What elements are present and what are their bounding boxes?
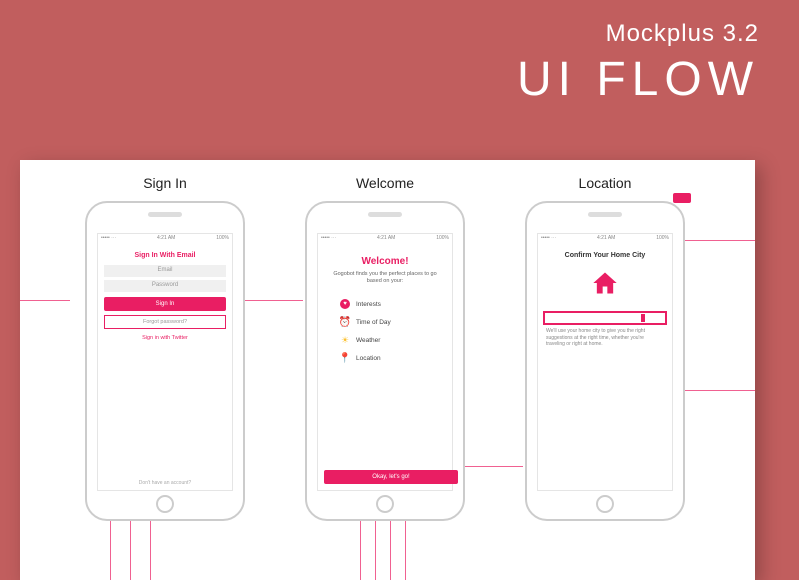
heart-icon: ♥ [340, 299, 350, 309]
home-button-icon [596, 495, 614, 513]
feature-interests: ♥ Interests [324, 299, 446, 309]
phone-frame: ••••• ⋯ 4:21 AM 100% Sign In With Email … [85, 201, 245, 521]
marker-icon [641, 314, 645, 322]
page-title: UI FLOW [517, 52, 759, 107]
email-field[interactable]: Email [104, 265, 226, 277]
home-button-icon [156, 495, 174, 513]
flow-arrow [360, 520, 361, 580]
flow-arrow [150, 520, 151, 580]
status-right: 100% [216, 235, 229, 242]
password-field[interactable]: Password [104, 280, 226, 292]
welcome-heading: Welcome! [361, 256, 408, 267]
forgot-password-link[interactable]: Forgot password? [104, 315, 226, 329]
status-time: 4:21 AM [377, 235, 395, 242]
location-heading: Confirm Your Home City [565, 252, 646, 259]
feature-label: Time of Day [356, 319, 391, 326]
flow-canvas: Sign In ••••• ⋯ 4:21 AM 100% Sign In Wit… [20, 160, 755, 580]
signin-button[interactable]: Sign In [104, 297, 226, 311]
status-time: 4:21 AM [597, 235, 615, 242]
screen-signin: Sign In ••••• ⋯ 4:21 AM 100% Sign In Wit… [75, 175, 255, 521]
feature-weather: ☀ Weather [324, 335, 446, 345]
feature-time: ⏰ Time of Day [324, 317, 446, 327]
signup-footer[interactable]: Don't have an account? [98, 480, 232, 486]
status-bar: ••••• ⋯ 4:21 AM 100% [318, 234, 452, 242]
flow-arrow [110, 520, 111, 580]
pin-icon: 📍 [340, 353, 350, 363]
header: Mockplus 3.2 UI FLOW [517, 20, 759, 107]
status-time: 4:21 AM [157, 235, 175, 242]
home-button-icon [376, 495, 394, 513]
location-desc: We'll use your home city to give you the… [544, 328, 666, 348]
status-left: ••••• ⋯ [541, 235, 556, 242]
feature-location: 📍 Location [324, 353, 446, 363]
screen: ••••• ⋯ 4:21 AM 100% Confirm Your Home C… [537, 233, 673, 491]
flow-arrow [20, 300, 70, 301]
next-button[interactable]: Okay, let's go! [324, 470, 458, 484]
city-input[interactable] [544, 312, 666, 324]
annotation-icon [673, 193, 691, 203]
flow-arrow [390, 520, 391, 580]
welcome-desc: Gogobot finds you the perfect places to … [330, 271, 440, 285]
status-right: 100% [656, 235, 669, 242]
screen: ••••• ⋯ 4:21 AM 100% Welcome! Gogobot fi… [317, 233, 453, 491]
caption-welcome: Welcome [295, 175, 475, 191]
screen-location: Location ••••• ⋯ 4:21 AM 100% Confirm Yo… [515, 175, 695, 521]
status-left: ••••• ⋯ [101, 235, 116, 242]
flow-arrow [405, 520, 406, 580]
clock-icon: ⏰ [340, 317, 350, 327]
screen-welcome: Welcome ••••• ⋯ 4:21 AM 100% Welcome! Go… [295, 175, 475, 521]
status-left: ••••• ⋯ [321, 235, 336, 242]
feature-label: Interests [356, 301, 381, 308]
sun-icon: ☀ [340, 335, 350, 345]
phone-frame: ••••• ⋯ 4:21 AM 100% Welcome! Gogobot fi… [305, 201, 465, 521]
status-right: 100% [436, 235, 449, 242]
caption-signin: Sign In [75, 175, 255, 191]
screen: ••••• ⋯ 4:21 AM 100% Sign In With Email … [97, 233, 233, 491]
caption-location: Location [515, 175, 695, 191]
brand-label: Mockplus 3.2 [517, 20, 759, 48]
feature-label: Location [356, 355, 381, 362]
flow-arrow [130, 520, 131, 580]
status-bar: ••••• ⋯ 4:21 AM 100% [98, 234, 232, 242]
twitter-signin-link[interactable]: Sign in with Twitter [142, 335, 188, 341]
home-icon [591, 269, 619, 304]
status-bar: ••••• ⋯ 4:21 AM 100% [538, 234, 672, 242]
signin-heading: Sign In With Email [135, 252, 196, 259]
phone-frame: ••••• ⋯ 4:21 AM 100% Confirm Your Home C… [525, 201, 685, 521]
flow-arrow [375, 520, 376, 580]
feature-label: Weather [356, 337, 380, 344]
